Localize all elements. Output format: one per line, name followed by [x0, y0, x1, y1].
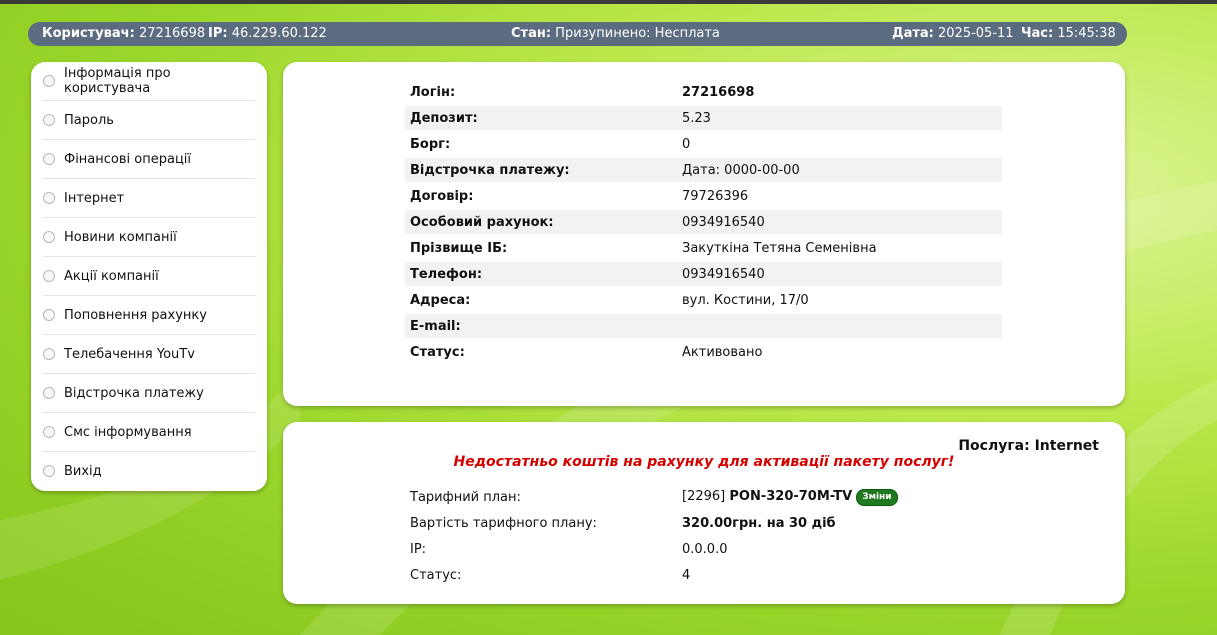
cost-label: Вартість тарифного плану: [410, 515, 597, 531]
table-row: Відстрочка платежу: Дата: 0000-00-00 [405, 158, 1002, 182]
row-label: Прізвище ІБ: [410, 240, 508, 256]
table-row: Тарифний план: [2296] PON-320-70M-TV Змін… [405, 484, 1002, 510]
menu-item-label: Вихід [64, 463, 102, 479]
menu-item-password[interactable]: Пароль [43, 101, 255, 140]
row-value: 0934916540 [677, 210, 1002, 234]
radio-icon [43, 465, 55, 477]
tariff-label: Тарифний план: [410, 489, 521, 505]
menu-item-label: Інтернет [64, 190, 125, 206]
menu-item-finance[interactable]: Фінансові операції [43, 140, 255, 179]
radio-icon [43, 153, 55, 165]
row-value: 0934916540 [677, 262, 1002, 286]
row-label: Відстрочка платежу: [405, 158, 677, 182]
row-label: Статус: [410, 344, 465, 360]
menu-item-news[interactable]: Новини компанії [43, 218, 255, 257]
warning-message: Недостатньо коштів на рахунку для актива… [453, 454, 955, 470]
tariff-name: PON-320-70M-TV [729, 488, 853, 504]
row-value: 79726396 [682, 188, 749, 204]
radio-icon [43, 192, 55, 204]
menu-item-promos[interactable]: Акції компанії [43, 257, 255, 296]
user-info: Користувач: 27216698 [42, 26, 206, 41]
radio-icon [43, 231, 55, 243]
tariff-id: [2296] [682, 488, 726, 504]
row-label: Логін: [410, 84, 456, 100]
menu-item-label: Відстрочка платежу [64, 385, 204, 401]
table-row: Логін: 27216698 [405, 80, 1002, 104]
table-row: Прізвище ІБ: Закуткіна Тетяна Семенівна [405, 236, 1002, 260]
table-row: Особовий рахунок: 0934916540 [405, 210, 1002, 234]
state-info: Стан: Призупинено: Несплата [511, 26, 720, 41]
radio-icon [43, 114, 55, 126]
table-row: Статус: 4 [405, 562, 1002, 588]
menu-item-label: Пароль [64, 112, 114, 128]
user-info-panel: Логін: 27216698 Депозит: 5.23 Борг: 0 Відст… [283, 62, 1125, 406]
table-row: Вартість тарифного плану: 320.00грн. на … [405, 510, 1002, 536]
ip-label: IP: [410, 541, 427, 557]
radio-icon [43, 75, 55, 87]
row-value: 27216698 [682, 84, 755, 100]
cost-value: 320.00грн. на 30 діб [682, 515, 836, 531]
menu-item-label: Телебачення YouTv [64, 346, 195, 362]
menu-item-label: Акції компанії [64, 268, 159, 284]
user-info-table: Логін: 27216698 Депозит: 5.23 Борг: 0 Відст… [405, 78, 1002, 366]
table-row: Телефон: 0934916540 [405, 262, 1002, 286]
row-label: Адреса: [410, 292, 471, 308]
radio-icon [43, 348, 55, 360]
table-row: Адреса: вул. Костини, 17/0 [405, 288, 1002, 312]
table-row: E-mail: [405, 314, 1002, 338]
menu-item-label: Поповнення рахунку [64, 307, 207, 323]
status-bar: Користувач: 27216698 IP: 46.229.60.122 С… [28, 22, 1127, 46]
row-value: Закуткіна Тетяна Семенівна [682, 240, 877, 256]
row-label: Телефон: [405, 262, 677, 286]
radio-icon [43, 309, 55, 321]
menu-item-label: Інформація про користувача [64, 66, 171, 96]
service-title: Послуга: Internet [958, 438, 1099, 454]
radio-icon [43, 387, 55, 399]
menu-item-label: Фінансові операції [64, 151, 192, 167]
radio-icon [43, 426, 55, 438]
row-label: Особовий рахунок: [405, 210, 677, 234]
ip-value: 0.0.0.0 [682, 541, 728, 557]
menu-item-user-info[interactable]: Інформація про користувача [43, 62, 255, 101]
menu-item-label: Смс інформування [64, 424, 192, 440]
menu-item-sms[interactable]: Смс інформування [43, 413, 255, 452]
table-row: Договір: 79726396 [405, 184, 1002, 208]
table-row: Депозит: 5.23 [405, 106, 1002, 130]
time-info: Час: 15:45:38 [1021, 26, 1116, 41]
status-label: Статус: [410, 567, 462, 583]
menu-item-internet[interactable]: Інтернет [43, 179, 255, 218]
top-border [0, 0, 1217, 4]
tariff-table: Тарифний план: [2296] PON-320-70M-TV Змін… [405, 484, 1002, 588]
table-row: IP: 0.0.0.0 [405, 536, 1002, 562]
table-row: Борг: 0 [405, 132, 1002, 156]
change-tariff-button[interactable]: Зміни [856, 488, 898, 506]
row-value [677, 314, 1002, 338]
row-value: Активовано [682, 344, 763, 360]
date-info: Дата: 2025-05-11 [892, 26, 1014, 41]
menu-item-label: Новини компанії [64, 229, 177, 245]
row-label: E-mail: [405, 314, 677, 338]
table-row: Статус: Активовано [405, 340, 1002, 364]
row-label: Борг: [410, 136, 451, 152]
row-value: 0 [682, 136, 691, 152]
radio-icon [43, 270, 55, 282]
sidebar-menu: Інформація про користувача Пароль Фінанс… [31, 62, 267, 491]
row-value: 5.23 [677, 106, 1002, 130]
ip-info: IP: 46.229.60.122 [208, 26, 327, 41]
row-value: вул. Костини, 17/0 [682, 292, 809, 308]
row-value: Дата: 0000-00-00 [677, 158, 1002, 182]
menu-list: Інформація про користувача Пароль Фінанс… [31, 62, 267, 490]
tariff-value: [2296] PON-320-70M-TV Зміни [677, 484, 1002, 510]
status-value: 4 [682, 567, 691, 583]
menu-item-logout[interactable]: Вихід [43, 452, 255, 490]
menu-item-topup[interactable]: Поповнення рахунку [43, 296, 255, 335]
service-panel: Послуга: Internet Недостатньо коштів на … [283, 422, 1125, 604]
menu-item-deferral[interactable]: Відстрочка платежу [43, 374, 255, 413]
row-label: Депозит: [405, 106, 677, 130]
row-label: Договір: [410, 188, 474, 204]
menu-item-tv[interactable]: Телебачення YouTv [43, 335, 255, 374]
